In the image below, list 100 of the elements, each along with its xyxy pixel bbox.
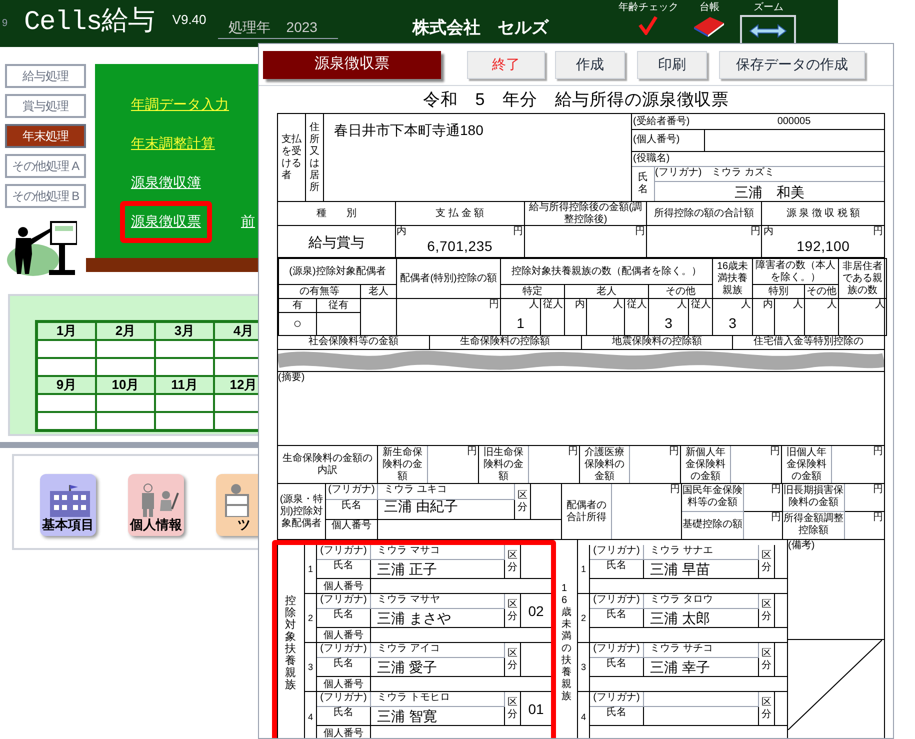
form-value: 三浦 太郎 bbox=[650, 610, 710, 626]
menu-link[interactable]: 源泉徴収簿 bbox=[131, 174, 201, 190]
toolbar-button[interactable]: 作成 bbox=[555, 50, 625, 78]
form-value: 三浦 智寛 bbox=[377, 708, 437, 724]
form-label: 新生命保険料の金額 bbox=[382, 446, 424, 482]
tool-label: 台帳 bbox=[699, 2, 720, 14]
app-title: Cells給与 bbox=[24, 6, 154, 40]
form-label: (源泉・特別)控除対象配偶者 bbox=[278, 494, 324, 530]
form-value: 3 bbox=[664, 317, 672, 329]
form-label: 区分 bbox=[508, 696, 518, 720]
form-label: ミウラ サチコ bbox=[650, 643, 713, 654]
tool-label: 年齢チェック bbox=[618, 2, 678, 14]
form-label: 氏名 bbox=[334, 707, 354, 718]
menu-button[interactable]: 年末処理 bbox=[5, 124, 86, 148]
form-label: (源泉)控除対象配偶者 bbox=[289, 266, 386, 276]
form-label: 氏名 bbox=[342, 500, 362, 511]
month-header: 10月 bbox=[96, 376, 155, 394]
form-label: 氏名 bbox=[638, 172, 648, 196]
tool-label: ズーム bbox=[753, 2, 784, 14]
form-label: 所得金額調整控除額 bbox=[783, 513, 844, 538]
form-label: 氏名 bbox=[334, 658, 354, 669]
unit-label: 人 bbox=[875, 299, 886, 310]
form-label: (フリガナ) bbox=[320, 594, 367, 605]
form-label: 区分 bbox=[518, 490, 528, 514]
version-label: V9.40 bbox=[172, 10, 206, 29]
form-label: 老人 bbox=[368, 286, 389, 296]
form-label: 配偶者(特別)控除の額 bbox=[400, 272, 497, 284]
toolbar-button[interactable]: 保存データの作成 bbox=[719, 50, 865, 78]
form-label: 障害者の数（本人を除く。） bbox=[756, 260, 836, 282]
row-number: 4 bbox=[308, 710, 313, 722]
form-label: 基礎控除の額 bbox=[682, 519, 742, 532]
form-value: 1 bbox=[516, 317, 524, 329]
form-label: 個人番号 bbox=[324, 630, 364, 642]
menu-button[interactable]: 給与処理 bbox=[5, 64, 86, 88]
shortcut-button[interactable]: 個人情報 bbox=[128, 474, 184, 536]
calendar-cell bbox=[155, 340, 214, 358]
unit-label: 円 bbox=[873, 512, 883, 522]
unit-label: 人 bbox=[827, 299, 838, 310]
unit-label: 内 bbox=[763, 226, 774, 237]
unit-label: 円 bbox=[873, 226, 883, 237]
form-label: 地震保険料の控除額 bbox=[612, 336, 702, 349]
menu-link[interactable]: 前 bbox=[241, 212, 255, 228]
form-label: (フリガナ) bbox=[328, 484, 375, 495]
form-label: 所得控除の額の合計額 bbox=[654, 208, 754, 220]
form-label: (備考) bbox=[788, 540, 815, 551]
form-value: 三浦 由紀子 bbox=[384, 498, 458, 514]
menu-link[interactable]: 源泉徴収票 bbox=[131, 212, 201, 228]
row-number: 2 bbox=[580, 612, 586, 624]
month-header: 3月 bbox=[155, 322, 214, 340]
menu-button[interactable]: 賞与処理 bbox=[5, 94, 86, 118]
form-label: 氏名 bbox=[334, 609, 354, 620]
unit-label: 円 bbox=[489, 299, 500, 310]
unit-label: 円 bbox=[467, 446, 477, 457]
form-value: 3 bbox=[728, 317, 736, 329]
row-number: 2 bbox=[308, 612, 313, 624]
form-label: 控除対象扶養親族 bbox=[285, 595, 296, 691]
menu-link[interactable]: 年末調整計算 bbox=[131, 134, 215, 150]
unit-label: 内 bbox=[396, 226, 407, 237]
toolbar-button[interactable]: 源泉徴収票 bbox=[263, 50, 441, 78]
form-label: 個人番号 bbox=[332, 520, 372, 531]
form-label: 住宅借入金等特別控除の bbox=[754, 336, 864, 349]
checkmark-icon bbox=[638, 15, 658, 35]
form-label: 氏名 bbox=[606, 560, 626, 571]
form-label: 個人番号 bbox=[324, 728, 364, 738]
form-label: (役職名) bbox=[633, 153, 670, 165]
menu-link[interactable]: 年調データ入力 bbox=[131, 96, 229, 112]
menu-button[interactable]: その他処理 A bbox=[5, 154, 86, 178]
toolbar-button[interactable]: 印刷 bbox=[637, 50, 707, 78]
unit-label: 従人 bbox=[691, 299, 712, 310]
form-value: 三浦 まさや bbox=[377, 610, 451, 626]
unit-label: 円 bbox=[771, 512, 781, 522]
form-label: 氏名 bbox=[606, 658, 626, 669]
form-label: (受給者番号) bbox=[633, 116, 690, 126]
form-value: 6,701,235 bbox=[427, 240, 493, 252]
form-label: 住所又は居所 bbox=[310, 122, 320, 194]
shortcut-button[interactable]: 基本項目 bbox=[40, 474, 96, 536]
unit-label: 人 bbox=[529, 299, 540, 310]
form-title: 令和 5 年分 給与所得の源泉徴収票 bbox=[422, 88, 730, 111]
month-header: 9月 bbox=[37, 376, 96, 394]
form-label: 社会保険料等の金額 bbox=[308, 336, 398, 349]
menu-button[interactable]: その他処理 B bbox=[5, 184, 86, 208]
row-number: 1 bbox=[308, 563, 313, 575]
calendar-cell bbox=[96, 358, 155, 376]
toolbar-button[interactable]: 終了 bbox=[467, 50, 545, 78]
form-label: ミウラ アイコ bbox=[377, 643, 440, 654]
unit-label: 円 bbox=[873, 484, 883, 495]
shortcut-button[interactable]: ツ bbox=[216, 474, 258, 536]
form-label: ミウラ マサコ bbox=[377, 545, 440, 556]
form-label: 非居住者である親族の数 bbox=[842, 260, 883, 296]
form-label: 旧長期損害保険料の金額 bbox=[783, 485, 844, 510]
form-label: 介護医療保険料の金額 bbox=[584, 446, 626, 482]
row-number: 4 bbox=[580, 710, 586, 722]
form-label: 国民年金保険料等の金額 bbox=[682, 485, 743, 510]
form-value: 01 bbox=[528, 702, 544, 714]
form-value: 三浦 正子 bbox=[377, 561, 437, 577]
form-value: 春日井市下本町寺通180 bbox=[334, 122, 484, 138]
unit-label: 円 bbox=[669, 446, 679, 457]
form-label: 個人番号 bbox=[324, 678, 364, 690]
form-label: (フリガナ) bbox=[320, 692, 367, 703]
form-label: 区分 bbox=[762, 696, 772, 720]
